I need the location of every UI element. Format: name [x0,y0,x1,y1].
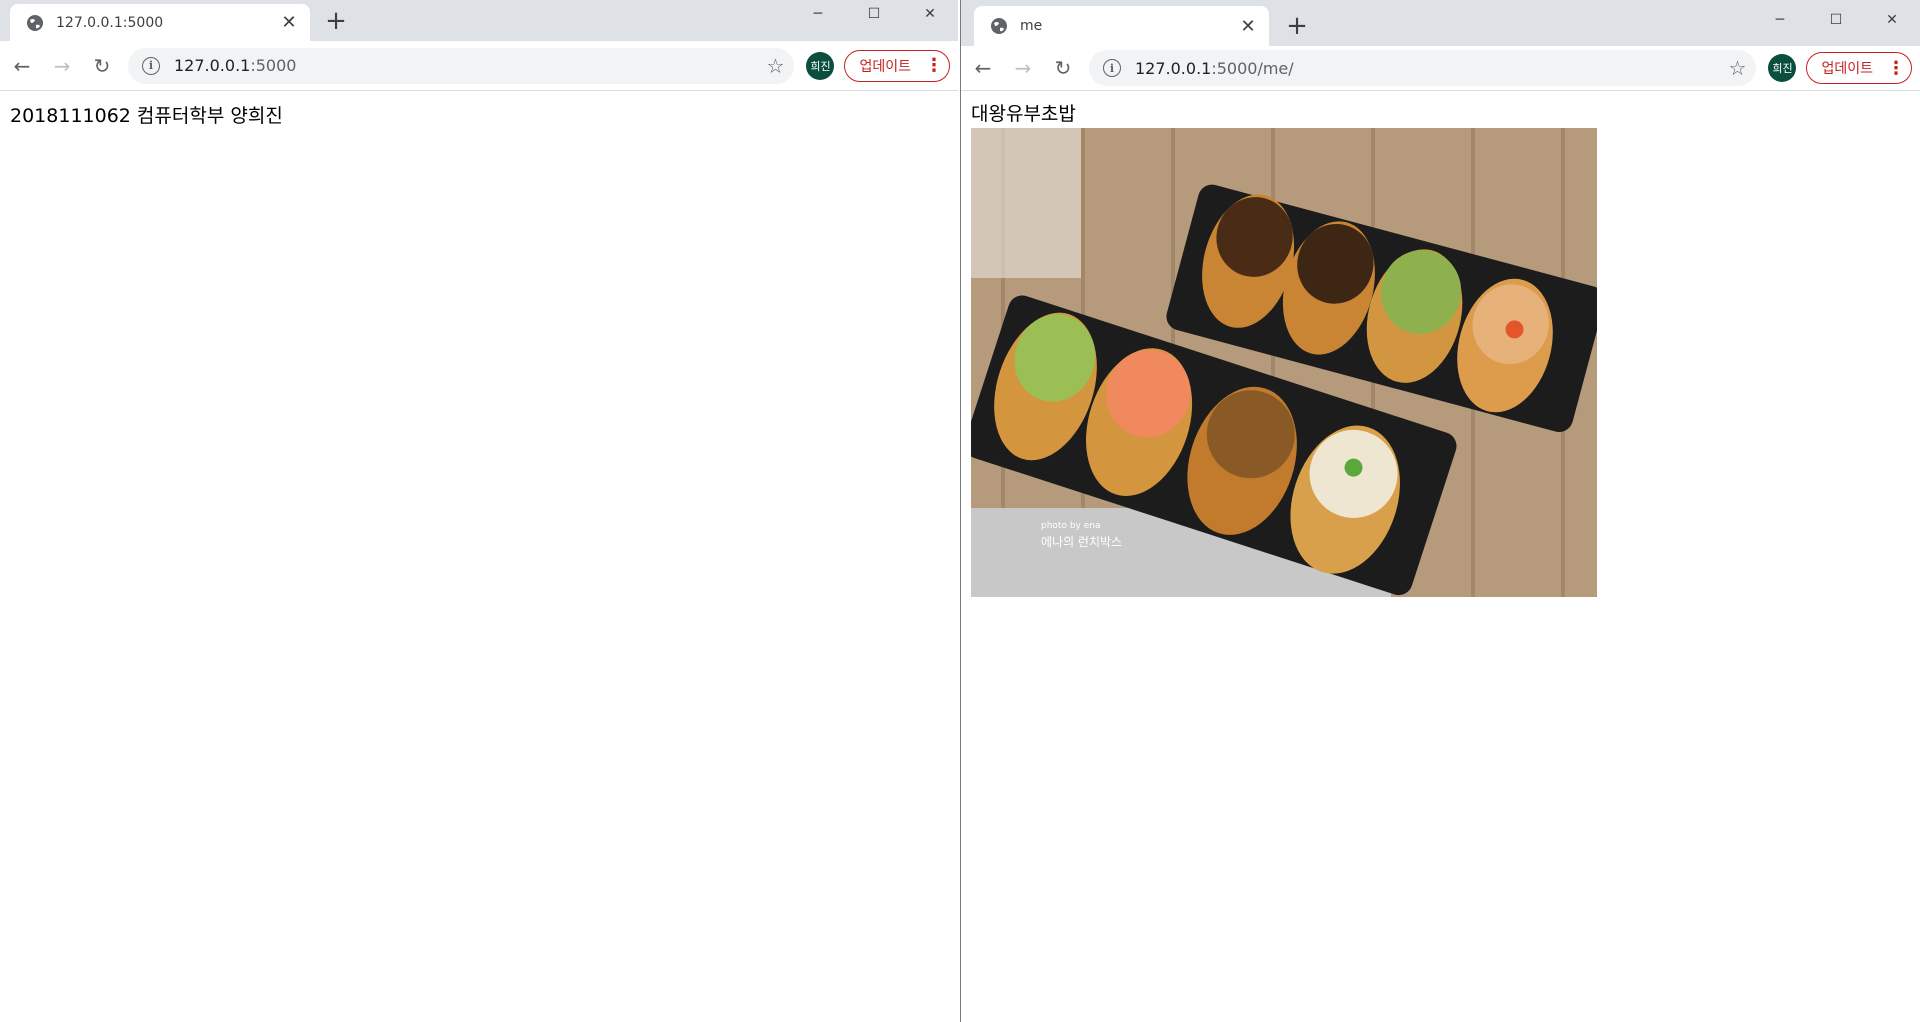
image-watermark: 에나의 런치박스 [1041,535,1122,549]
right-browser-window: me ✕ + ─ ☐ ✕ ← → ↻ i 127.0.0.1:5000/me/ … [960,0,1920,1022]
minimize-icon[interactable]: ─ [1752,0,1808,40]
forward-arrow-icon[interactable]: → [44,48,80,84]
right-toolbar: ← → ↻ i 127.0.0.1:5000/me/ ☆ 희진 업데이트 ⋮ [961,46,1920,91]
kebab-menu-icon[interactable]: ⋮ [925,55,943,76]
left-toolbar: ← → ↻ i 127.0.0.1:5000 ☆ 희진 업데이트 ⋮ [0,41,958,91]
left-window-controls: ─ ☐ ✕ [790,0,958,28]
left-page-content: 2018111062 컴퓨터학부 양희진 [0,91,958,138]
url-text[interactable]: 127.0.0.1:5000 [174,56,767,75]
maximize-icon[interactable]: ☐ [846,0,902,28]
right-page-content: 대왕유부초밥 photo by ena 에나의 런치박스 [961,91,1920,605]
right-tab-title: me [1020,18,1043,34]
address-bar[interactable]: i 127.0.0.1:5000/me/ ☆ [1089,50,1757,86]
left-titlebar: 127.0.0.1:5000 ✕ + ─ ☐ ✕ [0,0,958,41]
inari-sushi-image: photo by ena 에나의 런치박스 [971,128,1597,597]
left-tab-title: 127.0.0.1:5000 [56,14,164,31]
plus-icon[interactable]: + [322,6,350,36]
page-heading: 대왕유부초밥 [971,103,1076,125]
close-window-icon[interactable]: ✕ [1864,0,1920,40]
close-window-icon[interactable]: ✕ [902,0,958,28]
globe-icon [991,18,1007,34]
kebab-menu-icon[interactable]: ⋮ [1887,58,1905,79]
right-titlebar: me ✕ + ─ ☐ ✕ [961,0,1920,46]
right-window-controls: ─ ☐ ✕ [1752,0,1920,40]
reload-icon[interactable]: ↻ [1045,50,1081,86]
globe-icon [27,14,43,31]
left-tab[interactable]: 127.0.0.1:5000 ✕ [10,4,310,41]
update-button[interactable]: 업데이트 ⋮ [1806,52,1912,84]
close-icon[interactable]: ✕ [278,12,300,34]
info-icon[interactable]: i [1103,59,1121,77]
update-label: 업데이트 [1821,61,1873,77]
info-icon[interactable]: i [142,56,160,75]
back-arrow-icon[interactable]: ← [4,48,40,84]
star-icon[interactable]: ☆ [1729,56,1747,80]
image-watermark-small: photo by ena [1041,521,1100,531]
star-icon[interactable]: ☆ [767,54,785,78]
update-label: 업데이트 [859,58,911,75]
right-tab[interactable]: me ✕ [974,6,1269,46]
forward-arrow-icon[interactable]: → [1005,50,1041,86]
back-arrow-icon[interactable]: ← [965,50,1001,86]
minimize-icon[interactable]: ─ [790,0,846,28]
url-text[interactable]: 127.0.0.1:5000/me/ [1135,59,1729,78]
left-browser-window: 127.0.0.1:5000 ✕ + ─ ☐ ✕ ← → ↻ i 127.0.0… [0,0,958,1022]
plus-icon[interactable]: + [1283,11,1311,41]
reload-icon[interactable]: ↻ [84,48,120,84]
maximize-icon[interactable]: ☐ [1808,0,1864,40]
close-icon[interactable]: ✕ [1237,15,1259,37]
update-button[interactable]: 업데이트 ⋮ [844,49,950,82]
avatar[interactable]: 희진 [806,51,835,80]
avatar[interactable]: 희진 [1768,54,1797,82]
student-info-text: 2018111062 컴퓨터학부 양희진 [10,105,283,127]
address-bar[interactable]: i 127.0.0.1:5000 ☆ [128,47,795,84]
